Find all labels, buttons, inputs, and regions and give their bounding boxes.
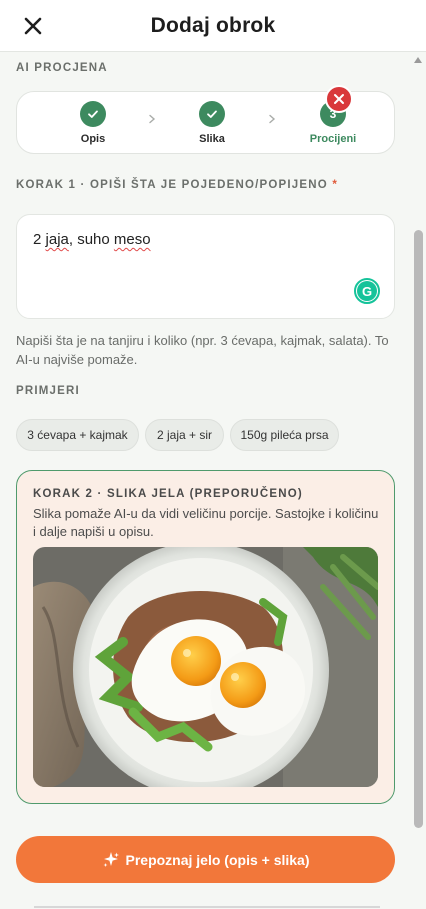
meal-photo: [33, 547, 378, 787]
required-mark: *: [332, 179, 339, 191]
step-opis[interactable]: Opis: [58, 101, 128, 145]
step-slika[interactable]: Slika: [177, 101, 247, 145]
description-value: 2 jaja, suho meso: [33, 231, 151, 248]
meal-description-input[interactable]: 2 jaja, suho meso G: [16, 214, 395, 319]
description-text: 2: [33, 231, 46, 248]
step1-label-text: KORAK 1 · OPIŠI ŠTA JE POJEDENO/POPIJENO: [16, 179, 328, 191]
photo-section-description: Slika pomaže AI-u da vidi veličinu porci…: [33, 506, 379, 539]
recognize-meal-label: Prepoznaj jelo (opis + slika): [125, 851, 310, 868]
check-icon: [207, 110, 217, 118]
photo-section-title: KORAK 2 · SLIKA JELA (PREPORUČENO): [33, 488, 303, 500]
check-icon: [88, 110, 98, 118]
close-icon: [334, 94, 344, 104]
grammarly-icon: G: [357, 281, 377, 301]
misspelled-word: jaja: [45, 231, 69, 248]
scrollbar-thumb[interactable]: [414, 230, 423, 828]
scroll-up-arrow[interactable]: [414, 57, 422, 63]
bottom-divider: [34, 906, 380, 908]
fried-eggs-photo: [33, 547, 378, 787]
step-done-circle: [199, 101, 225, 127]
remove-photo-button[interactable]: [325, 85, 353, 113]
description-hint: Napiši šta je na tanjiru i koliko (npr. …: [16, 333, 389, 367]
step1-label: KORAK 1 · OPIŠI ŠTA JE POJEDENO/POPIJENO…: [16, 179, 338, 191]
step-label: Opis: [80, 133, 106, 145]
examples-label: PRIMJERI: [16, 385, 80, 397]
page-title: Dodaj obrok: [150, 14, 276, 37]
example-chip[interactable]: 2 jaja + sir: [145, 419, 224, 451]
chevron-right-icon: [269, 114, 276, 124]
example-chip[interactable]: 150g pileća prsa: [230, 419, 339, 451]
ai-section-label: AI PROCJENA: [16, 62, 108, 74]
step-done-circle: [80, 101, 106, 127]
misspelled-word: meso: [113, 231, 151, 248]
chevron-right-icon: [149, 114, 156, 124]
grammarly-button[interactable]: G: [354, 278, 380, 304]
step-label: Slika: [199, 133, 225, 145]
top-bar: Dodaj obrok: [0, 0, 426, 52]
description-text: , suho: [68, 231, 114, 248]
step-label: Procijeni: [309, 133, 357, 145]
recognize-meal-button[interactable]: Prepoznaj jelo (opis + slika): [16, 836, 395, 883]
photo-section-card: KORAK 2 · SLIKA JELA (PREPORUČENO) Slika…: [16, 470, 395, 804]
sparkle-icon: [103, 851, 119, 867]
example-chip[interactable]: 3 ćevapa + kajmak: [16, 419, 139, 451]
